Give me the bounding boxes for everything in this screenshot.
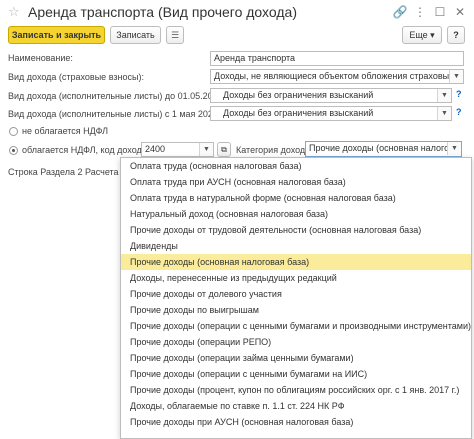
income-type-insurance-label: Вид дохода (страховые взносы): (8, 72, 144, 82)
open-icon[interactable]: ⧉ (217, 142, 231, 157)
income-type-exec-new-label: Вид дохода (исполнительные листы) с 1 ма… (8, 109, 228, 119)
list-item[interactable]: Прочие доходы по выигрышам (121, 302, 471, 318)
income-type-exec-old-value: Доходы без ограничения взысканий (223, 90, 374, 100)
no-ndfl-radio[interactable] (9, 127, 18, 136)
list-item-selected[interactable]: Прочие доходы (основная налоговая база) (121, 254, 471, 270)
list-item[interactable]: Оплата труда в натуральной форме (основн… (121, 190, 471, 206)
list-item[interactable]: Прочие доходы (операции с ценными бумага… (121, 318, 471, 334)
chevron-down-icon[interactable]: ▼ (437, 107, 451, 120)
income-type-exec-new-select[interactable]: Доходы без ограничения взысканий ▼ (210, 106, 452, 121)
list-item[interactable]: Прочие доходы (процент, купон по облигац… (121, 382, 471, 398)
ndfl-code-value: 2400 (145, 144, 166, 154)
category-select[interactable]: Прочие доходы (основная налоговая база) … (305, 141, 462, 157)
link-icon[interactable]: 🔗 (392, 4, 408, 20)
list-item[interactable]: Натуральный доход (основная налоговая ба… (121, 206, 471, 222)
income-type-exec-old-label: Вид дохода (исполнительные листы) до 01.… (8, 91, 226, 101)
chevron-down-icon[interactable]: ▼ (199, 143, 213, 156)
document-list-icon[interactable]: ☰ (166, 26, 184, 44)
list-item[interactable]: Прочие доходы (операции с ценными бумага… (121, 366, 471, 382)
category-dropdown-list: Оплата труда (основная налоговая база) О… (120, 157, 472, 439)
income-type-insurance-value: Доходы, не являющиеся объектом обложения… (214, 71, 461, 81)
list-item[interactable]: Прочие доходы (операции РЕПО) (121, 334, 471, 350)
more-menu-label: Еще (409, 30, 428, 40)
more-menu-button[interactable]: Еще ▾ (402, 26, 442, 44)
name-label: Наименование: (8, 53, 73, 63)
list-item[interactable]: Оплата труда при АУСН (основная налогова… (121, 174, 471, 190)
category-label: Категория дохода: (236, 145, 313, 155)
list-item[interactable]: Прочие доходы (операции займа ценными бу… (121, 350, 471, 366)
help-question-icon[interactable]: ? (456, 107, 462, 117)
chevron-down-icon[interactable]: ▼ (449, 70, 463, 83)
list-item[interactable]: Прочие доходы при АУСН (основная налогов… (121, 414, 471, 430)
save-button[interactable]: Записать (110, 26, 161, 44)
window-controls: 🔗 ⋮ ☐ ✕ (392, 4, 468, 20)
list-item[interactable]: Оплата труда (основная налоговая база) (121, 158, 471, 174)
income-type-insurance-select[interactable]: Доходы, не являющиеся объектом обложения… (210, 69, 464, 84)
name-input[interactable]: Аренда транспорта (210, 51, 464, 66)
list-item[interactable]: Дивиденды (121, 238, 471, 254)
help-question-icon[interactable]: ? (456, 89, 462, 99)
report-row-label: Строка Раздела 2 Расчета 6-Н (8, 167, 136, 177)
write-and-close-button[interactable]: Записать и закрыть (8, 26, 105, 44)
window-title: Аренда транспорта (Вид прочего дохода) (28, 4, 297, 20)
list-item[interactable]: Прочие доходы от долевого участия (121, 286, 471, 302)
list-item[interactable]: Доходы, перенесенные из предыдущих редак… (121, 270, 471, 286)
list-item[interactable]: Прочие доходы от трудовой деятельности (… (121, 222, 471, 238)
favorite-star-icon[interactable]: ☆ (8, 5, 20, 18)
ndfl-code-input[interactable]: 2400 ▼ (141, 142, 214, 157)
list-item[interactable]: Доходы, облагаемые по ставке п. 1.1 ст. … (121, 398, 471, 414)
ndfl-radio[interactable] (9, 146, 18, 155)
close-icon[interactable]: ✕ (452, 4, 468, 20)
chevron-down-icon[interactable]: ▼ (437, 89, 451, 102)
toolbar: Записать и закрыть Записать ☰ Еще ▾ ? (0, 26, 474, 46)
income-type-exec-new-value: Доходы без ограничения взысканий (223, 108, 374, 118)
category-value: Прочие доходы (основная налоговая база) (309, 143, 462, 153)
ndfl-label: облагается НДФЛ, код дохода: (22, 145, 150, 155)
help-button[interactable]: ? (447, 26, 465, 44)
more-icon[interactable]: ⋮ (412, 4, 428, 20)
maximize-icon[interactable]: ☐ (432, 4, 448, 20)
no-ndfl-label: не облагается НДФЛ (22, 126, 109, 136)
title-bar: ☆ Аренда транспорта (Вид прочего дохода)… (0, 0, 474, 24)
chevron-down-icon[interactable]: ▼ (447, 142, 461, 155)
income-type-exec-old-select[interactable]: Доходы без ограничения взысканий ▼ (210, 88, 452, 103)
